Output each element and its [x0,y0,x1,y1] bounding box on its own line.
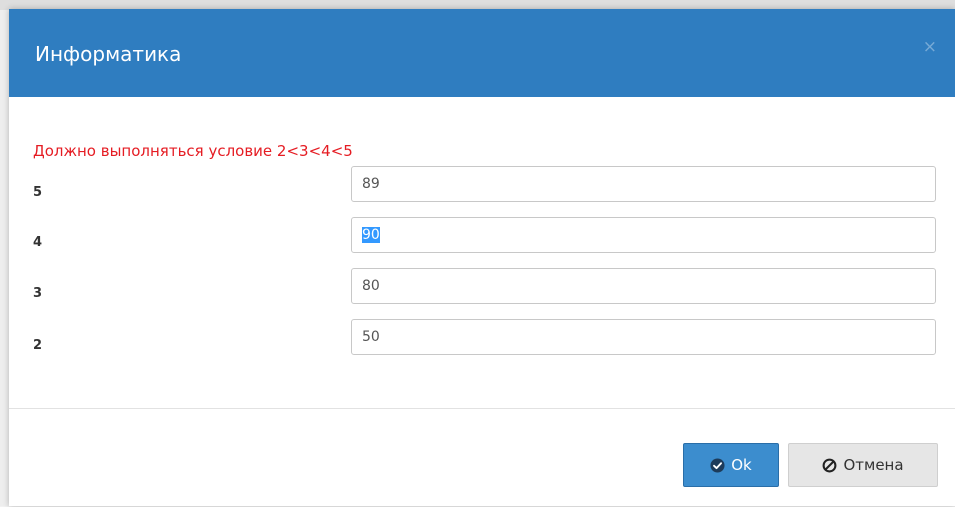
grade-3-value: 80 [362,278,380,294]
grade-4-input[interactable]: 90 [351,217,936,253]
validation-warning: Должно выполняться условие 2<3<4<5 [33,142,353,160]
cancel-button-label: Отмена [843,456,904,474]
check-circle-icon [710,457,725,473]
grade-4-label: 4 [33,235,43,250]
dialog-body: Должно выполняться условие 2<3<4<5 5 89 … [9,97,955,409]
grade-3-input[interactable]: 80 [351,268,936,304]
grade-2-value: 50 [362,329,380,345]
grade-dialog: Информатика × Должно выполняться условие… [9,9,955,506]
ban-icon [823,458,837,472]
ok-button[interactable]: Ok [683,443,779,487]
ok-button-label: Ok [731,456,752,474]
grade-4-value: 90 [362,227,380,243]
grade-2-label: 2 [33,338,43,353]
dialog-footer: Ok Отмена [9,408,955,507]
dialog-header: Информатика × [9,9,955,97]
dialog-title: Информатика [35,42,182,66]
grade-3-label: 3 [33,286,43,301]
close-icon[interactable]: × [923,39,937,56]
grade-2-input[interactable]: 50 [351,319,936,355]
cancel-button[interactable]: Отмена [788,443,938,487]
grade-5-label: 5 [33,185,43,200]
grade-5-value: 89 [362,176,380,192]
grade-5-input[interactable]: 89 [351,166,936,202]
